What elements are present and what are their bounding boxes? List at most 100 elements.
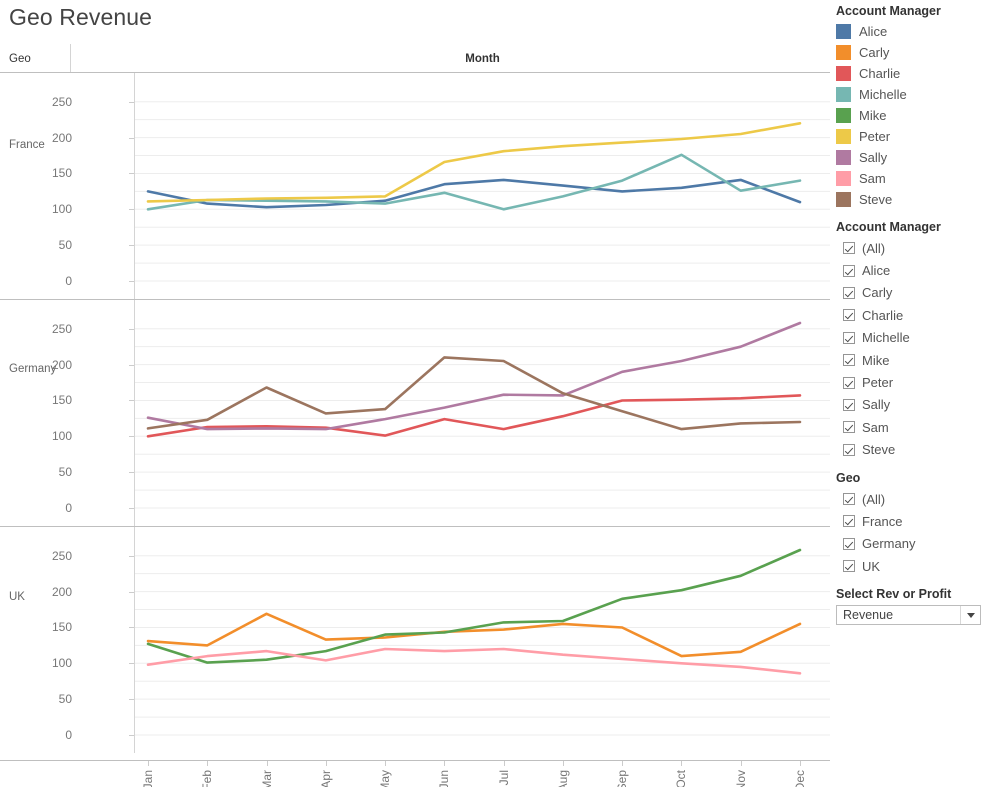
x-tick-label: Sep (615, 770, 630, 787)
rev-or-profit-dropdown[interactable]: Revenue (836, 605, 981, 626)
y-tick-label: 250 (51, 94, 72, 109)
legend-item-label: Carly (859, 45, 890, 60)
x-axis-line (0, 760, 830, 761)
checkbox-icon[interactable] (843, 515, 855, 528)
color-legend: Alice Carly Charlie Michelle Mike Peter Sally S… (830, 21, 989, 210)
checkbox-icon[interactable] (843, 493, 855, 506)
checkbox-icon[interactable] (843, 376, 855, 389)
y-tick-label: 250 (51, 548, 72, 563)
filter-option-label: France (862, 513, 903, 529)
filter-option-sam[interactable]: Sam (843, 416, 989, 438)
legend-item-michelle[interactable]: Michelle (836, 84, 989, 105)
checkbox-icon[interactable] (843, 331, 855, 344)
legend-item-label: Sam (859, 171, 886, 186)
y-tick-label: 200 (51, 357, 72, 372)
filter-option-uk[interactable]: UK (843, 555, 989, 577)
legend-item-sam[interactable]: Sam (836, 168, 989, 189)
legend-item-label: Michelle (859, 87, 907, 102)
legend-item-label: Sally (859, 150, 888, 165)
y-tick-label: 0 (65, 274, 72, 288)
parameter-title: Select Rev or Profit (836, 587, 952, 602)
x-tick-label: Jun (437, 770, 452, 787)
filter-option-charlie[interactable]: Charlie (843, 304, 989, 326)
line-series-sally (146, 321, 802, 431)
filter-option-label: Mike (862, 352, 890, 368)
legend-item-mike[interactable]: Mike (836, 105, 989, 126)
filter-option-peter[interactable]: Peter (843, 371, 989, 393)
legend-item-alice[interactable]: Alice (836, 21, 989, 42)
y-tick-label: 100 (51, 656, 72, 671)
legend-color-swatch (836, 108, 851, 123)
filter-option-all[interactable]: (All) (843, 237, 989, 259)
y-tick-label: 150 (51, 393, 72, 408)
legend-color-swatch (836, 171, 851, 186)
legend-item-charlie[interactable]: Charlie (836, 63, 989, 84)
filter-option-sally[interactable]: Sally (843, 394, 989, 416)
y-tick-label: 0 (65, 501, 72, 515)
y-tick-label: 200 (51, 130, 72, 145)
legend-color-swatch (836, 150, 851, 165)
legend-item-carly[interactable]: Carly (836, 42, 989, 63)
y-axis: 0 50 100 150 200 250 (0, 527, 134, 753)
x-tick-label: May (378, 770, 393, 787)
month-field-label: Month (465, 53, 500, 65)
right-rail: Account Manager Alice Carly Charlie Michell… (830, 0, 989, 787)
filter-option-mike[interactable]: Mike (843, 349, 989, 371)
filter-option-carly[interactable]: Carly (843, 282, 989, 304)
x-tick-mark (740, 761, 742, 766)
dashboard-title: Geo Revenue (9, 4, 153, 30)
x-tick-label: Feb (200, 770, 215, 787)
filter-title: Account Manager (836, 220, 941, 234)
filter-option-michelle[interactable]: Michelle (843, 327, 989, 349)
filter-option-label: Michelle (862, 330, 910, 346)
chevron-down-icon[interactable] (960, 606, 980, 625)
checkbox-icon[interactable] (843, 560, 855, 573)
filter-option-all[interactable]: (All) (843, 488, 989, 510)
legend-item-label: Mike (859, 108, 887, 123)
checkbox-icon[interactable] (843, 309, 855, 322)
checkbox-icon[interactable] (843, 421, 855, 434)
y-tick-label: 50 (58, 238, 72, 253)
plot-area-uk (135, 527, 830, 753)
filter-option-alice[interactable]: Alice (843, 259, 989, 281)
rev-or-profit-value: Revenue (843, 608, 894, 623)
checkbox-icon[interactable] (843, 354, 855, 367)
y-tick-label: 150 (51, 620, 72, 635)
line-series-alice (146, 178, 802, 209)
checkbox-icon[interactable] (843, 242, 855, 255)
filter-option-label: UK (862, 558, 881, 574)
legend-color-swatch (836, 24, 851, 39)
legend-item-steve[interactable]: Steve (836, 189, 989, 210)
x-tick-mark (148, 761, 149, 766)
checkbox-icon[interactable] (843, 398, 855, 411)
x-tick-label: Jul (496, 770, 511, 786)
x-tick-mark (622, 761, 624, 766)
x-tick-mark (444, 761, 446, 766)
x-tick-label: Dec (793, 770, 807, 787)
x-tick-label: Jan (141, 770, 155, 787)
x-tick-label: Mar (259, 770, 274, 787)
geo-revenue-chart: Geo Month France 0 50 100 150 200 250 Germany 0 5… (0, 44, 830, 787)
plot-area-france (135, 73, 830, 299)
filter-option-germany[interactable]: Germany (843, 533, 989, 555)
x-tick-mark (385, 761, 387, 766)
filter-option-label: (All) (862, 240, 886, 256)
checkbox-icon[interactable] (843, 537, 855, 550)
y-tick-label: 150 (51, 166, 72, 181)
line-series-peter (146, 121, 802, 203)
filter-option-steve[interactable]: Steve (843, 439, 989, 461)
x-tick-label: Apr (318, 770, 333, 787)
filter-option-france[interactable]: France (843, 510, 989, 532)
panel-germany: Germany 0 50 100 150 200 250 (0, 300, 830, 526)
legend-item-sally[interactable]: Sally (836, 147, 989, 168)
checkbox-icon[interactable] (843, 264, 855, 277)
filter-option-label: Carly (862, 285, 893, 301)
x-tick-mark (325, 761, 327, 766)
checkbox-icon[interactable] (843, 443, 855, 456)
filter-title: Geo (836, 470, 861, 485)
checkbox-icon[interactable] (843, 286, 855, 299)
x-tick-mark (207, 761, 209, 766)
legend-item-label: Steve (859, 192, 893, 207)
legend-item-label: Charlie (859, 66, 901, 81)
legend-item-peter[interactable]: Peter (836, 126, 989, 147)
